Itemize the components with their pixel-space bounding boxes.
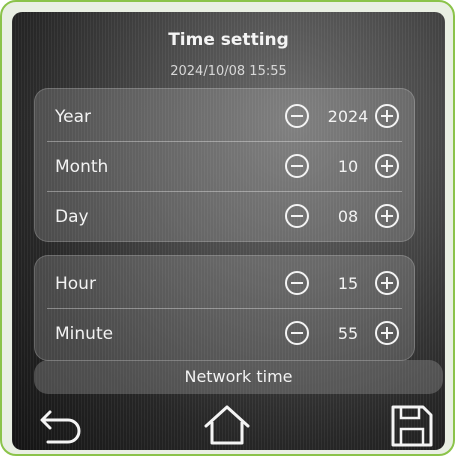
month-value: 10 [337,157,359,176]
save-button[interactable] [390,404,434,448]
hour-value: 15 [337,274,359,293]
day-increment-button[interactable] [375,204,399,228]
hour-label: Hour [55,274,96,294]
home-icon [204,405,250,445]
save-disk-icon [391,405,433,447]
current-datetime: 2024/10/08 15:55 [170,64,287,79]
year-increment-button[interactable] [375,104,399,128]
year-label: Year [55,107,91,127]
month-label: Month [55,157,109,177]
time-settings-group: Hour 15 Minute 55 [34,255,415,361]
time-setting-screen: Time setting 2024/10/08 15:55 Year 2024 … [12,12,445,450]
day-row: Day 08 [35,193,414,241]
day-decrement-button[interactable] [285,204,309,228]
year-row: Year 2024 [35,93,414,141]
hour-row: Hour 15 [35,260,414,308]
day-label: Day [55,207,89,227]
hour-decrement-button[interactable] [285,271,309,295]
row-divider [47,141,402,142]
year-value: 2024 [327,107,369,126]
minute-increment-button[interactable] [375,321,399,345]
back-button[interactable] [38,404,84,444]
month-row: Month 10 [35,143,414,191]
minute-row: Minute 55 [35,310,414,358]
minute-label: Minute [55,324,114,344]
hour-increment-button[interactable] [375,271,399,295]
device-bezel: Time setting 2024/10/08 15:55 Year 2024 … [0,0,455,456]
date-settings-group: Year 2024 Month 10 Day 08 [34,88,415,242]
month-decrement-button[interactable] [285,154,309,178]
page-title: Time setting [168,30,289,50]
minute-value: 55 [337,324,359,343]
day-value: 08 [337,207,359,226]
month-increment-button[interactable] [375,154,399,178]
row-divider [47,308,402,309]
back-arrow-icon [40,410,81,444]
year-decrement-button[interactable] [285,104,309,128]
minute-decrement-button[interactable] [285,321,309,345]
row-divider [47,191,402,192]
home-button[interactable] [202,404,252,446]
network-time-button[interactable]: Network time [34,360,443,394]
